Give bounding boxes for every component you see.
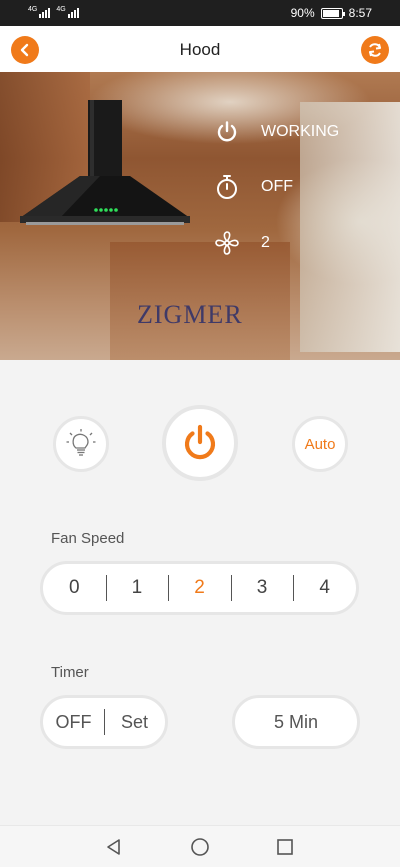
- light-button[interactable]: [53, 416, 109, 472]
- network-type-label: 4G: [56, 6, 66, 13]
- signal-indicators: 4G 4G: [28, 6, 79, 18]
- fan-icon: [214, 230, 240, 256]
- refresh-button[interactable]: [361, 36, 389, 64]
- fan-speed-selector: 0 1 2 3 4: [40, 561, 359, 615]
- fan-speed-option[interactable]: 0: [43, 577, 106, 599]
- triangle-back-icon: [107, 839, 120, 855]
- square-recents-icon: [277, 839, 293, 855]
- nav-home-button[interactable]: [190, 837, 210, 857]
- control-panel: Auto Fan Speed 0 1 2 3 4 Timer OFF Set 5…: [0, 360, 400, 825]
- status-bar: 4G 4G 90% 8:57: [0, 0, 400, 26]
- page-title: Hood: [179, 40, 221, 59]
- nav-recents-button[interactable]: [275, 837, 295, 857]
- stopwatch-icon: [214, 174, 240, 200]
- fan-speed-option[interactable]: 1: [105, 575, 169, 601]
- timer-duration-selector[interactable]: 5 Min: [232, 695, 360, 749]
- timer-duration-value: 5 Min: [273, 711, 318, 732]
- timer-label: Timer: [51, 664, 89, 681]
- hood-status-banner: WORKING OFF 2 ZIGMER: [0, 72, 400, 360]
- fan-speed-option[interactable]: 3: [230, 575, 294, 601]
- battery-icon: [320, 7, 345, 19]
- signal-icon: 4G: [28, 6, 51, 18]
- fan-speed-option[interactable]: 2: [168, 575, 231, 601]
- power-icon: [214, 119, 240, 145]
- refresh-icon: [369, 43, 381, 57]
- circle-home-icon: [191, 838, 209, 856]
- auto-label: Auto: [304, 435, 336, 453]
- timer-toggle: OFF Set: [40, 695, 168, 749]
- battery-percent: 90%: [290, 6, 315, 20]
- auto-mode-button[interactable]: Auto: [292, 416, 348, 472]
- brand-logo: ZIGMER: [137, 300, 243, 329]
- lightbulb-icon: [66, 429, 96, 456]
- timer-status-text: OFF: [261, 178, 293, 195]
- network-type-label: 4G: [28, 6, 38, 13]
- range-hood-image: [20, 100, 190, 225]
- fan-status-text: 2: [261, 234, 270, 251]
- timer-status: OFF: [214, 174, 293, 200]
- timer-off-button[interactable]: OFF: [43, 712, 104, 733]
- title-bar: Hood: [0, 26, 400, 72]
- clock: 8:57: [348, 6, 372, 20]
- fan-speed-option[interactable]: 4: [293, 575, 356, 601]
- power-button[interactable]: [162, 405, 238, 481]
- power-status: WORKING: [214, 119, 339, 145]
- timer-set-button[interactable]: Set: [104, 708, 165, 735]
- power-icon: [184, 424, 216, 460]
- power-status-text: WORKING: [261, 123, 340, 140]
- signal-icon: 4G: [56, 6, 79, 18]
- nav-back-button[interactable]: [104, 837, 124, 857]
- fan-status: 2: [214, 230, 270, 256]
- system-navigation-bar: [0, 825, 400, 867]
- fan-speed-label: Fan Speed: [51, 530, 125, 547]
